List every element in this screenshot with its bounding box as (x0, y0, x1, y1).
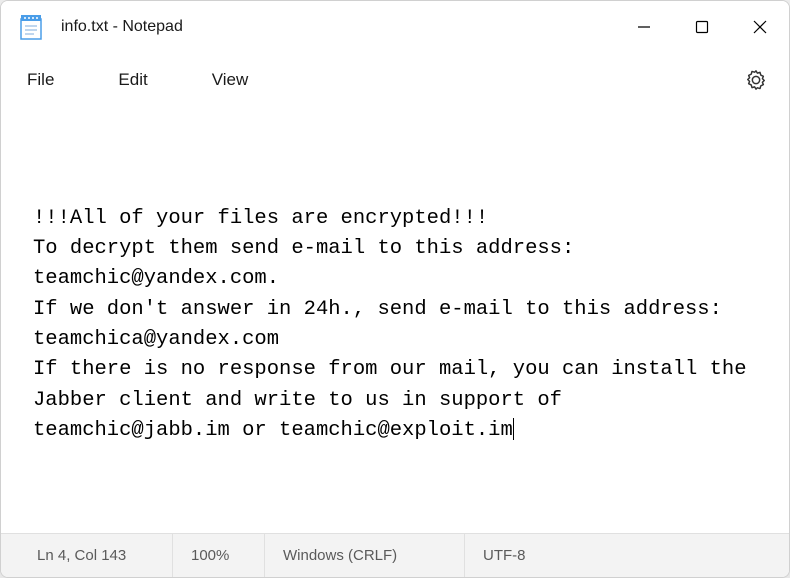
statusbar: Ln 4, Col 143 100% Windows (CRLF) UTF-8 (1, 533, 789, 577)
gear-icon (745, 69, 767, 91)
status-line-ending: Windows (CRLF) (265, 534, 465, 577)
status-zoom[interactable]: 100% (173, 534, 265, 577)
menu-file[interactable]: File (19, 66, 62, 94)
menubar: File Edit View (1, 53, 789, 107)
status-position: Ln 4, Col 143 (1, 534, 173, 577)
menu-view[interactable]: View (204, 66, 257, 94)
text-cursor (513, 418, 514, 440)
menu-edit[interactable]: Edit (110, 66, 155, 94)
window-controls (615, 1, 789, 53)
settings-button[interactable] (741, 65, 771, 95)
status-encoding: UTF-8 (465, 534, 789, 577)
notepad-icon (19, 15, 43, 39)
minimize-button[interactable] (615, 1, 673, 53)
notepad-window: info.txt - Notepad File Edit View !!!All… (0, 0, 790, 578)
editor-area[interactable]: !!!All of your files are encrypted!!! To… (1, 107, 789, 533)
titlebar: info.txt - Notepad (1, 1, 789, 53)
window-title: info.txt - Notepad (61, 18, 615, 36)
maximize-button[interactable] (673, 1, 731, 53)
close-button[interactable] (731, 1, 789, 53)
editor-text: !!!All of your files are encrypted!!! To… (33, 207, 759, 442)
